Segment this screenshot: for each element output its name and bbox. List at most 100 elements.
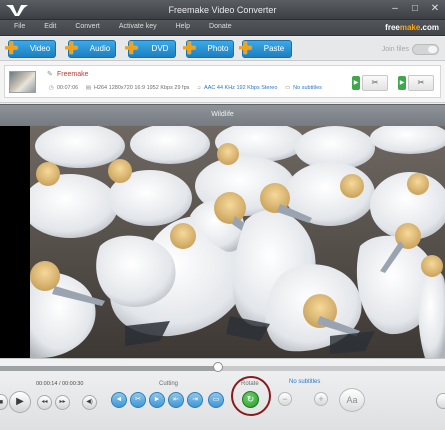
- current-time: 00:00:14: [36, 381, 58, 387]
- cutting-label: Cutting: [159, 381, 179, 387]
- paste-url-button[interactable]: ✚ Paste URL: [238, 40, 292, 69]
- brand-suffix: .com: [420, 23, 439, 32]
- subtitles-link[interactable]: No subtitles: [289, 379, 320, 385]
- menu-help[interactable]: Help: [176, 23, 190, 30]
- stop-button[interactable]: ■: [0, 394, 8, 410]
- menu-edit[interactable]: Edit: [44, 23, 56, 30]
- go-to-mark-icon: ⇤: [173, 396, 179, 403]
- stop-icon: ■: [0, 399, 4, 406]
- video-preview: [0, 126, 445, 358]
- window-controls: – □ ✕: [389, 3, 441, 15]
- mark-end-icon: ►: [153, 396, 161, 403]
- add-dvd-label: DVD: [151, 44, 169, 53]
- plus-icon: +: [318, 394, 324, 404]
- scissors-icon: ✂: [371, 78, 379, 87]
- increase-subtitle-button[interactable]: +: [314, 392, 328, 406]
- next-frame-icon: ▸▸: [59, 399, 66, 405]
- prev-frame-icon: ◂◂: [41, 399, 48, 405]
- cut-settings-button[interactable]: ✂: [408, 75, 434, 91]
- menu-convert[interactable]: Convert: [75, 23, 100, 30]
- minus-icon: −: [282, 394, 288, 404]
- subtitles-icon: ▭: [284, 85, 291, 91]
- brand-accent: make: [399, 23, 421, 32]
- player-title-bar: Wildlife: [0, 104, 445, 126]
- add-audio-button[interactable]: ✚ Audio: [64, 40, 116, 58]
- cut-selection-icon: ✂: [135, 396, 141, 403]
- add-audio-label: Audio: [89, 44, 111, 53]
- menu: File Edit Convert Activate key Help Dona…: [14, 23, 251, 30]
- brand-link[interactable]: freemake.com: [385, 23, 439, 32]
- toggle-knob: [428, 46, 437, 53]
- app-window: Freemake Video Converter – □ ✕ File Edit…: [0, 0, 445, 430]
- fullscreen-button[interactable]: [436, 393, 445, 409]
- add-photo-button[interactable]: ✚ Photo: [182, 40, 234, 58]
- join-files-toggle[interactable]: [412, 44, 439, 55]
- cut-settings-icon: ✂: [417, 78, 425, 87]
- edit-video-group: ▶ ✂: [352, 75, 388, 91]
- go-to-end-button[interactable]: ⇥: [187, 392, 203, 408]
- menu-bar: File Edit Convert Activate key Help Dona…: [0, 20, 445, 36]
- go-to-end-icon: ⇥: [192, 396, 198, 403]
- brand-main: free: [385, 23, 400, 32]
- decrease-subtitle-button[interactable]: −: [278, 392, 292, 406]
- cut-selection-button[interactable]: ✂: [130, 392, 146, 408]
- green-play-icon[interactable]: ▶: [398, 76, 406, 90]
- audio-info[interactable]: AAC 44 KHz 192 Kbps Stereo: [204, 85, 277, 91]
- add-video-label: Video: [29, 44, 51, 53]
- audio-track-icon: ♫: [196, 85, 202, 91]
- file-row[interactable]: ✎ Freemake ◷ 00:07:06 ▤ H264 1280x720 16:9…: [4, 65, 441, 98]
- plus-icon: ✚: [182, 39, 197, 58]
- clock-icon: ◷: [49, 85, 54, 91]
- player-title: Wildlife: [211, 111, 234, 118]
- close-button[interactable]: ✕: [429, 3, 441, 15]
- prev-frame-button[interactable]: ◂◂: [37, 395, 52, 410]
- rename-pencil-icon[interactable]: ✎: [47, 70, 53, 78]
- minimize-button[interactable]: –: [389, 3, 401, 15]
- frame-button[interactable]: ▭: [208, 392, 224, 408]
- plus-icon: ✚: [64, 39, 79, 58]
- video-info: H264 1280x720 16:9 1952 Kbps 29 fps: [93, 85, 190, 91]
- video-track-icon: ▤: [85, 85, 91, 91]
- plus-icon: ✚: [238, 39, 253, 58]
- window-title: Freemake Video Converter: [168, 5, 277, 15]
- menu-activate-key[interactable]: Activate key: [119, 23, 157, 30]
- seek-bar-fill: [0, 366, 218, 371]
- add-dvd-button[interactable]: ✚ DVD: [124, 40, 176, 58]
- title-bar: Freemake Video Converter – □ ✕: [0, 0, 445, 20]
- rotate-label: Rotate: [241, 381, 259, 387]
- player-controls: 00:00:14 / 00:00:30 ■ ▶ ◂◂ ▸▸ ◀) Cutting…: [0, 358, 445, 430]
- rotate-icon: ↻: [246, 394, 255, 404]
- plus-icon: ✚: [124, 39, 139, 58]
- play-icon: ▶: [16, 396, 24, 407]
- plus-icon: ✚: [4, 39, 19, 58]
- settings-group: ▶ ✂: [398, 75, 434, 91]
- maximize-button[interactable]: □: [409, 3, 421, 15]
- frame-icon: ▭: [212, 396, 220, 403]
- add-photo-label: Photo: [207, 44, 229, 53]
- subtitle-font-button[interactable]: Aa: [339, 388, 365, 412]
- volume-button[interactable]: ◀): [82, 395, 97, 410]
- menu-file[interactable]: File: [14, 23, 25, 30]
- green-play-icon[interactable]: ▶: [352, 76, 360, 90]
- subtitles-info[interactable]: No subtitles: [293, 85, 322, 91]
- next-frame-button[interactable]: ▸▸: [55, 395, 70, 410]
- edit-video-button[interactable]: ✂: [362, 75, 388, 91]
- mark-end-button[interactable]: ►: [149, 392, 165, 408]
- seek-bar-handle[interactable]: [213, 362, 223, 372]
- video-frame-image: [30, 126, 445, 358]
- mark-start-icon: ◄: [115, 396, 123, 403]
- file-name[interactable]: Freemake: [57, 71, 89, 78]
- play-button[interactable]: ▶: [9, 391, 31, 413]
- file-metadata: ◷ 00:07:06 ▤ H264 1280x720 16:9 1952 Kbps …: [49, 85, 328, 91]
- join-files-label: Join files: [381, 46, 409, 53]
- add-video-button[interactable]: ✚ Video: [4, 40, 56, 58]
- mark-start-button[interactable]: ◄: [111, 392, 127, 408]
- speaker-icon: ◀): [86, 399, 93, 405]
- file-list: ✎ Freemake ◷ 00:07:06 ▤ H264 1280x720 16:9…: [0, 61, 445, 103]
- rotate-button[interactable]: ↻: [242, 391, 259, 408]
- go-to-mark-button[interactable]: ⇤: [168, 392, 184, 408]
- video-thumbnail: [9, 71, 36, 93]
- timecode: 00:00:14 / 00:00:30: [36, 381, 84, 387]
- menu-donate[interactable]: Donate: [209, 23, 232, 30]
- total-time: 00:00:30: [62, 381, 84, 387]
